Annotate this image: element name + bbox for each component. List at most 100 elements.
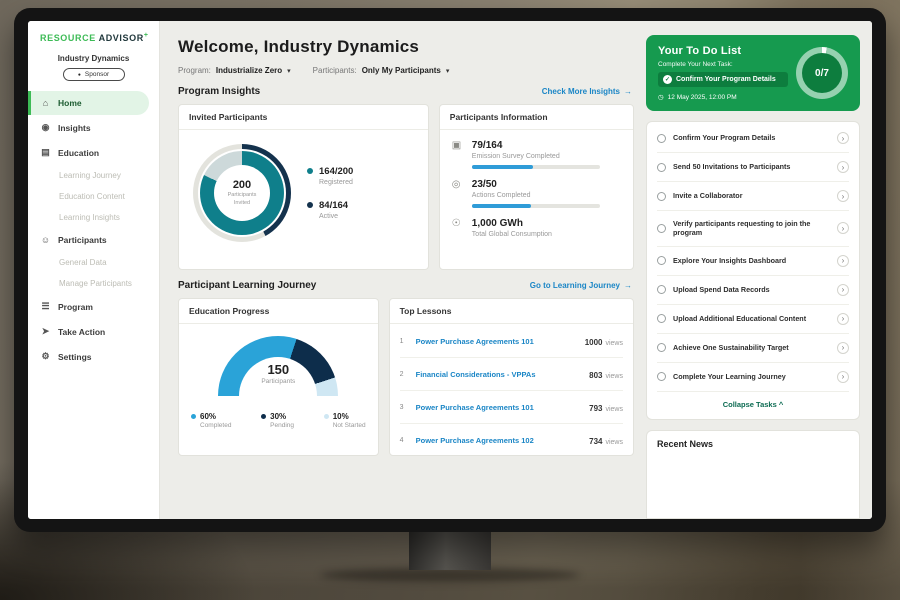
sidebar-item-settings[interactable]: ⚙ Settings <box>28 344 159 369</box>
monitor-stand <box>409 532 491 570</box>
todo-progress-value: 0/7 <box>802 53 842 93</box>
filter-bar: Program: Industrialize Zero ▾ Participan… <box>178 66 634 75</box>
participants-filter-value[interactable]: Only My Participants <box>362 66 441 75</box>
gauge-center-value: 150 <box>218 362 338 377</box>
lesson-views-suffix: views <box>605 406 623 413</box>
sidebar-item-insights[interactable]: ◉ Insights <box>28 115 159 140</box>
program-insights-header: Program Insights Check More Insights → <box>178 86 632 97</box>
participants-filter-label: Participants: <box>313 66 357 75</box>
task-row[interactable]: Achieve One Sustainability Target › <box>657 334 849 363</box>
legend-item-completed: 60% Completed <box>191 412 231 429</box>
legend-item-active: 84/164 Active <box>307 200 353 220</box>
sidebar-item-general-data[interactable]: General Data <box>28 252 159 273</box>
task-row[interactable]: Upload Additional Educational Content › <box>657 305 849 334</box>
task-label: Invite a Collaborator <box>673 191 830 200</box>
check-more-insights-link[interactable]: Check More Insights → <box>542 87 632 96</box>
collapse-tasks-button[interactable]: Collapse Tasks ^ <box>657 392 849 417</box>
sidebar-item-education-content[interactable]: Education Content <box>28 186 159 207</box>
task-checkbox[interactable] <box>657 314 666 323</box>
recent-news-title: Recent News <box>657 439 713 449</box>
legend-value: 84/164 <box>319 200 348 211</box>
task-row[interactable]: Complete Your Learning Journey › <box>657 363 849 392</box>
chevron-right-icon[interactable]: › <box>837 222 849 234</box>
lesson-rank: 4 <box>400 437 408 444</box>
chevron-down-icon[interactable]: ▾ <box>287 67 291 75</box>
stat-actions-completed: ◎ 23/50 Actions Completed <box>440 169 633 208</box>
sidebar-item-label: Insights <box>58 123 91 133</box>
task-label: Explore Your Insights Dashboard <box>673 256 830 265</box>
task-row[interactable]: Confirm Your Program Details › <box>657 124 849 153</box>
legend-label: Active <box>319 213 348 220</box>
learning-cards-row: Education Progress 150 Participants <box>178 298 634 456</box>
task-checkbox[interactable] <box>657 224 666 233</box>
chevron-right-icon[interactable]: › <box>837 284 849 296</box>
next-task-label: Confirm Your Program Details <box>676 76 776 83</box>
chevron-right-icon[interactable]: › <box>837 161 849 173</box>
task-label: Verify participants requesting to join t… <box>673 219 830 238</box>
link-label: Check More Insights <box>542 87 620 96</box>
stat-emission-survey: ▣ 79/164 Emission Survey Completed <box>440 130 633 169</box>
todo-summary-card: Your To Do List Complete Your Next Task:… <box>646 35 860 111</box>
sidebar-item-label: Manage Participants <box>59 279 132 288</box>
sidebar-item-education[interactable]: ▤ Education <box>28 140 159 165</box>
sidebar-item-home[interactable]: ⌂ Home <box>28 91 149 115</box>
sidebar-item-participants[interactable]: ☺ Participants <box>28 228 159 252</box>
task-row[interactable]: Invite a Collaborator › <box>657 182 849 211</box>
lesson-title-link[interactable]: Power Purchase Agreements 102 <box>416 436 582 445</box>
task-checkbox[interactable] <box>657 343 666 352</box>
progress-bar <box>472 165 600 169</box>
org-name: Industry Dynamics <box>28 54 159 63</box>
task-checkbox[interactable] <box>657 134 666 143</box>
chevron-right-icon[interactable]: › <box>837 132 849 144</box>
education-progress-card: Education Progress 150 Participants <box>178 298 379 456</box>
task-row[interactable]: Send 50 Invitations to Participants › <box>657 153 849 182</box>
legend-item-registered: 164/200 Registered <box>307 166 353 186</box>
task-row[interactable]: Verify participants requesting to join t… <box>657 211 849 247</box>
task-checkbox[interactable] <box>657 372 666 381</box>
lesson-title-link[interactable]: Power Purchase Agreements 101 <box>416 337 577 346</box>
program-filter-value[interactable]: Industrialize Zero <box>216 66 282 75</box>
task-row[interactable]: Explore Your Insights Dashboard › <box>657 247 849 276</box>
sidebar-item-learning-insights[interactable]: Learning Insights <box>28 207 159 228</box>
chevron-right-icon[interactable]: › <box>837 342 849 354</box>
sidebar-item-take-action[interactable]: ➤ Take Action <box>28 319 159 344</box>
task-row[interactable]: Upload Spend Data Records › <box>657 276 849 305</box>
todo-next-task[interactable]: ✓ Confirm Your Program Details <box>658 72 788 87</box>
chevron-up-icon: ^ <box>779 400 783 409</box>
legend-bullet-icon <box>191 414 196 419</box>
lesson-title-link[interactable]: Financial Considerations - VPPAs <box>416 370 582 379</box>
go-to-learning-journey-link[interactable]: Go to Learning Journey → <box>530 281 632 290</box>
chevron-right-icon[interactable]: › <box>837 190 849 202</box>
task-checkbox[interactable] <box>657 285 666 294</box>
sidebar-item-label: Learning Journey <box>59 171 121 180</box>
task-checkbox[interactable] <box>657 192 666 201</box>
task-checkbox[interactable] <box>657 163 666 172</box>
due-label: 12 May 2025, 12:00 PM <box>668 94 737 101</box>
task-label: Send 50 Invitations to Participants <box>673 162 830 171</box>
todo-column: Your To Do List Complete Your Next Task:… <box>646 35 860 519</box>
donut-center-label: Participants Invited <box>219 192 265 206</box>
stat-value: 23/50 <box>472 179 600 190</box>
monitor-bezel: RESOURCE ADVISOR+ Industry Dynamics ● Sp… <box>14 8 886 532</box>
chevron-down-icon[interactable]: ▾ <box>446 67 450 75</box>
lesson-title-link[interactable]: Power Purchase Agreements 101 <box>416 403 582 412</box>
legend-item-pending: 30% Pending <box>261 412 294 429</box>
stat-value: 1,000 GWh <box>472 218 552 229</box>
sidebar-item-manage-participants[interactable]: Manage Participants <box>28 273 159 294</box>
legend-bullet-icon <box>307 202 313 208</box>
sidebar-item-learning-journey[interactable]: Learning Journey <box>28 165 159 186</box>
legend-value: 60% <box>200 412 231 421</box>
todo-subtitle: Complete Your Next Task: <box>658 61 788 68</box>
consumption-icon: ☉ <box>452 218 464 243</box>
gauge-legend: 60% Completed 30% Pending <box>179 402 378 429</box>
gauge-center-label: Participants <box>218 378 338 385</box>
program-filter-label: Program: <box>178 66 211 75</box>
take-action-icon: ➤ <box>40 326 51 337</box>
chevron-right-icon[interactable]: › <box>837 371 849 383</box>
sidebar-item-program[interactable]: ☰ Program <box>28 294 159 319</box>
sidebar-item-label: Education Content <box>59 192 125 201</box>
chevron-right-icon[interactable]: › <box>837 313 849 325</box>
task-checkbox[interactable] <box>657 256 666 265</box>
participants-icon: ☺ <box>40 235 51 245</box>
chevron-right-icon[interactable]: › <box>837 255 849 267</box>
